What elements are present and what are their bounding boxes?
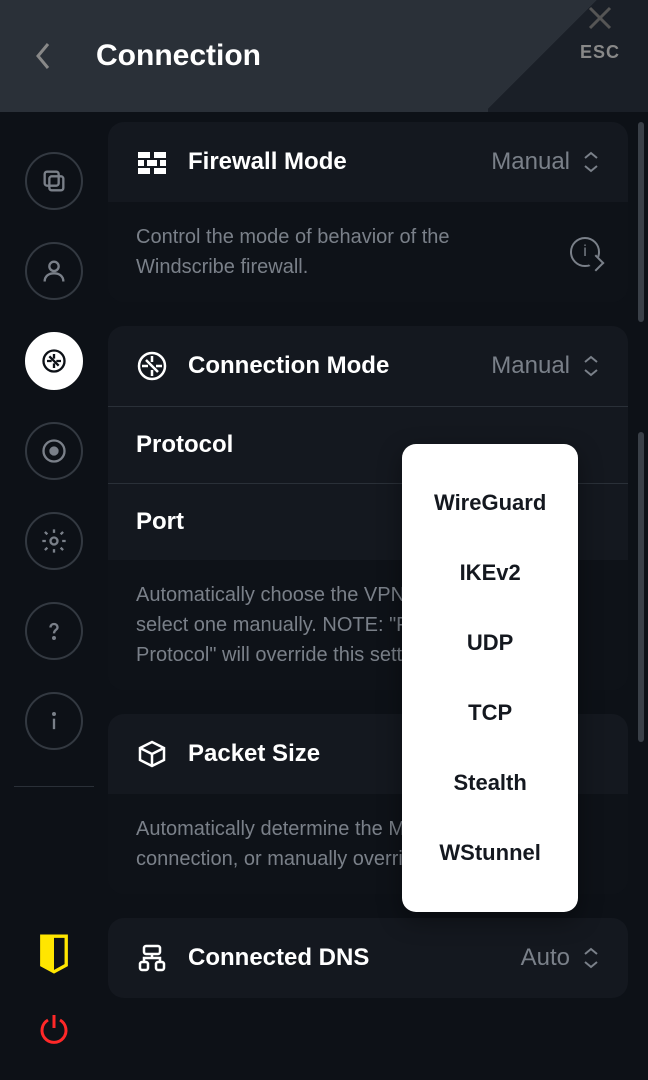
dns-icon xyxy=(136,942,168,974)
dropdown-option[interactable]: WStunnel xyxy=(402,818,578,888)
dropdown-option[interactable]: UDP xyxy=(402,608,578,678)
chevron-updown-icon xyxy=(582,151,600,173)
header: Connection ESC xyxy=(0,0,648,112)
protocol-label: Protocol xyxy=(136,431,233,459)
sidebar xyxy=(0,112,108,1080)
packet-icon xyxy=(136,738,168,770)
sidebar-separator xyxy=(14,786,94,787)
sidebar-item-advanced[interactable] xyxy=(25,512,83,570)
connection-icon xyxy=(136,350,168,382)
firewall-mode-header[interactable]: Firewall Mode Manual xyxy=(108,122,628,202)
back-button[interactable] xyxy=(24,36,64,76)
page-title: Connection xyxy=(96,39,261,73)
firewall-icon xyxy=(136,146,168,178)
connection-mode-value: Manual xyxy=(491,352,570,380)
sidebar-item-general[interactable] xyxy=(25,152,83,210)
connected-dns-card: Connected DNS Auto xyxy=(108,918,628,998)
packet-size-title: Packet Size xyxy=(188,740,320,768)
sidebar-item-robert[interactable] xyxy=(25,422,83,480)
connected-dns-value: Auto xyxy=(521,944,570,972)
main-container: Firewall Mode Manual Control the mode of… xyxy=(0,112,648,1080)
chevron-updown-icon xyxy=(582,947,600,969)
chevron-updown-icon xyxy=(582,355,600,377)
firewall-mode-body: Control the mode of behavior of the Wind… xyxy=(108,202,628,302)
esc-label: ESC xyxy=(580,42,620,63)
port-label: Port xyxy=(136,508,184,536)
brand-icon[interactable] xyxy=(37,934,71,974)
connected-dns-title: Connected DNS xyxy=(188,944,369,972)
content-area: Firewall Mode Manual Control the mode of… xyxy=(108,112,648,1080)
firewall-mode-title: Firewall Mode xyxy=(188,148,347,176)
protocol-dropdown: WireGuard IKEv2 UDP TCP Stealth WStunnel xyxy=(402,444,578,912)
sidebar-item-connection[interactable] xyxy=(25,332,83,390)
dropdown-option[interactable]: WireGuard xyxy=(402,468,578,538)
dropdown-option[interactable]: Stealth xyxy=(402,748,578,818)
sidebar-bottom xyxy=(36,934,72,1080)
firewall-mode-value: Manual xyxy=(491,148,570,176)
dropdown-option[interactable]: TCP xyxy=(402,678,578,748)
connection-mode-title: Connection Mode xyxy=(188,352,389,380)
dropdown-option[interactable]: IKEv2 xyxy=(402,538,578,608)
sidebar-item-account[interactable] xyxy=(25,242,83,300)
sidebar-item-about[interactable] xyxy=(25,692,83,750)
scrollbar[interactable] xyxy=(638,432,644,742)
firewall-mode-card: Firewall Mode Manual Control the mode of… xyxy=(108,122,628,302)
connection-mode-header[interactable]: Connection Mode Manual xyxy=(108,326,628,406)
power-button[interactable] xyxy=(36,1012,72,1048)
scrollbar[interactable] xyxy=(638,122,644,322)
close-button[interactable] xyxy=(584,2,616,34)
sidebar-item-help[interactable] xyxy=(25,602,83,660)
firewall-mode-description: Control the mode of behavior of the Wind… xyxy=(136,222,516,282)
info-icon[interactable]: i xyxy=(570,237,600,267)
connected-dns-header[interactable]: Connected DNS Auto xyxy=(108,918,628,998)
